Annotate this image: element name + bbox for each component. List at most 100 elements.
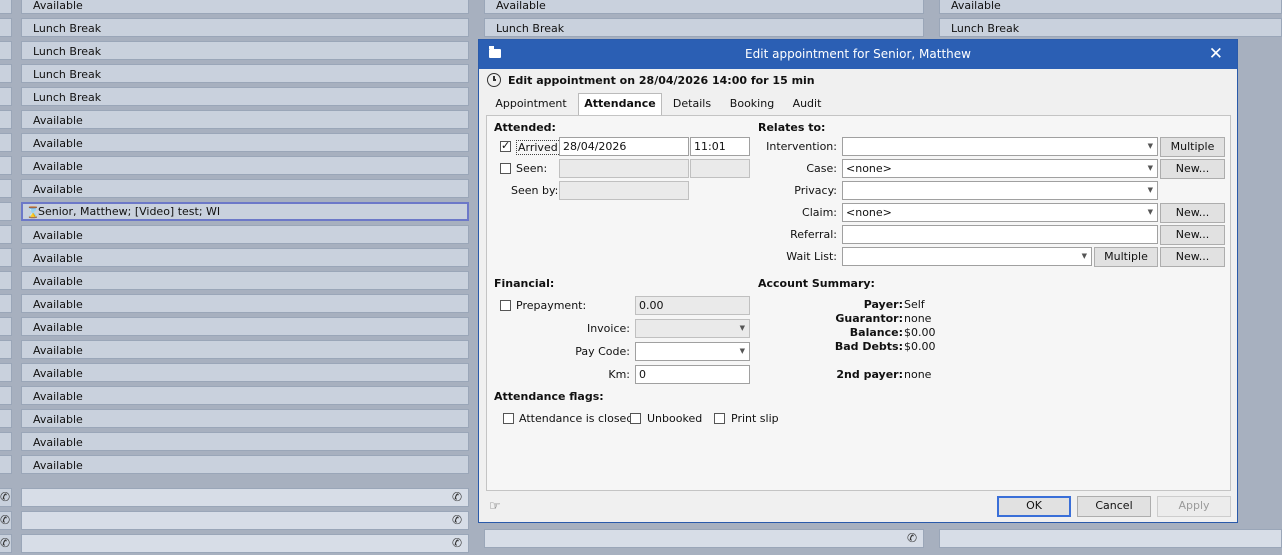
apply-button[interactable]: Apply xyxy=(1157,496,1231,517)
prepayment-checkbox[interactable] xyxy=(500,300,511,311)
seen-label: Seen: xyxy=(516,162,548,175)
schedule-slot[interactable]: Available xyxy=(21,386,469,405)
time-gutter-cell xyxy=(0,317,12,336)
schedule-slot[interactable] xyxy=(939,529,1282,548)
schedule-slot[interactable]: Available xyxy=(21,133,469,152)
tab-details[interactable]: Details xyxy=(667,94,717,114)
schedule-slot[interactable]: Available xyxy=(21,317,469,336)
schedule-slot[interactable]: Available xyxy=(21,363,469,382)
attendance-closed-checkbox[interactable] xyxy=(503,413,514,424)
ok-button[interactable]: OK xyxy=(997,496,1071,517)
phone-icon[interactable]: ✆ xyxy=(0,513,10,527)
unbooked-checkbox[interactable] xyxy=(630,413,641,424)
phone-icon[interactable]: ✆ xyxy=(452,536,462,550)
wait-list-new-button[interactable]: New... xyxy=(1160,247,1225,267)
schedule-slot[interactable]: Lunch Break xyxy=(21,18,469,37)
schedule-slot[interactable]: Available xyxy=(21,110,469,129)
schedule-slot[interactable] xyxy=(21,488,469,507)
prepayment-label: Prepayment: xyxy=(516,299,587,312)
attendance-flags-heading: Attendance flags: xyxy=(494,390,604,403)
arrived-time-field[interactable]: 11:01 xyxy=(690,137,750,156)
attendance-closed-label: Attendance is closed xyxy=(519,412,634,425)
seen-time-field[interactable] xyxy=(690,159,750,178)
schedule-slot[interactable] xyxy=(484,529,924,548)
time-gutter-cell xyxy=(0,409,12,428)
wait-list-label: Wait List: xyxy=(786,250,837,263)
schedule-slot[interactable]: Available xyxy=(21,455,469,474)
slot-label: Available xyxy=(33,229,83,242)
referral-new-button[interactable]: New... xyxy=(1160,225,1225,245)
wait-list-multiple-button[interactable]: Multiple xyxy=(1094,247,1158,267)
case-new-button[interactable]: New... xyxy=(1160,159,1225,179)
schedule-slot[interactable]: Available xyxy=(21,225,469,244)
claim-select[interactable]: <none> xyxy=(842,203,1158,222)
schedule-slot[interactable]: Available xyxy=(21,156,469,175)
schedule-slot[interactable]: Lunch Break xyxy=(21,41,469,60)
appointment-slot-label: Senior, Matthew; [Video] test; WI xyxy=(38,205,221,218)
phone-icon[interactable]: ✆ xyxy=(452,490,462,504)
seen-date-field[interactable] xyxy=(559,159,689,178)
time-gutter-cell xyxy=(0,225,12,244)
arrived-date-field[interactable]: 28/04/2026 xyxy=(559,137,689,156)
schedule-slot[interactable]: Available xyxy=(21,0,469,14)
tab-appointment[interactable]: Appointment xyxy=(491,94,571,114)
privacy-select[interactable] xyxy=(842,181,1158,200)
schedule-slot[interactable]: Available xyxy=(939,0,1282,14)
schedule-slot[interactable] xyxy=(21,511,469,530)
schedule-slot[interactable]: Available xyxy=(21,271,469,290)
claim-new-button[interactable]: New... xyxy=(1160,203,1225,223)
seen-by-field[interactable] xyxy=(559,181,689,200)
close-icon[interactable]: ✕ xyxy=(1209,44,1223,64)
tab-booking[interactable]: Booking xyxy=(727,94,777,114)
referral-field[interactable] xyxy=(842,225,1158,244)
arrived-checkbox[interactable] xyxy=(500,139,511,152)
payer-value: Self xyxy=(904,298,925,311)
second-payer-value: none xyxy=(904,368,932,381)
schedule-slot[interactable]: Available xyxy=(21,432,469,451)
print-slip-label: Print slip xyxy=(731,412,779,425)
account-summary-heading: Account Summary: xyxy=(758,277,875,290)
km-field[interactable]: 0 xyxy=(635,365,750,384)
intervention-label: Intervention: xyxy=(766,140,837,153)
phone-icon[interactable]: ✆ xyxy=(0,490,10,504)
time-gutter-cell xyxy=(0,248,12,267)
pay-code-label: Pay Code: xyxy=(575,345,630,358)
tab-audit[interactable]: Audit xyxy=(787,94,827,114)
phone-icon[interactable]: ✆ xyxy=(907,531,917,545)
intervention-select[interactable] xyxy=(842,137,1158,156)
schedule-slot[interactable]: Lunch Break xyxy=(939,18,1282,37)
print-slip-checkbox[interactable] xyxy=(714,413,725,424)
schedule-slot[interactable]: Lunch Break xyxy=(484,18,924,37)
schedule-slot[interactable]: Available xyxy=(21,179,469,198)
time-gutter-cell xyxy=(0,41,12,60)
schedule-slot[interactable]: Lunch Break xyxy=(21,64,469,83)
schedule-slot[interactable]: Available xyxy=(21,248,469,267)
slot-label: Available xyxy=(33,0,83,12)
schedule-slot[interactable]: Available xyxy=(21,294,469,313)
slot-label: Available xyxy=(33,137,83,150)
appointment-slot[interactable]: ⌛ Senior, Matthew; [Video] test; WI xyxy=(21,202,469,221)
prepayment-field[interactable]: 0.00 xyxy=(635,296,750,315)
schedule-slot[interactable]: Available xyxy=(21,340,469,359)
phone-icon[interactable]: ✆ xyxy=(452,513,462,527)
invoice-select[interactable] xyxy=(635,319,750,338)
time-gutter-cell xyxy=(0,271,12,290)
slot-label: Available xyxy=(33,367,83,380)
case-label: Case: xyxy=(806,162,837,175)
wait-list-select[interactable] xyxy=(842,247,1092,266)
phone-icon[interactable]: ✆ xyxy=(0,536,10,550)
cancel-button[interactable]: Cancel xyxy=(1077,496,1151,517)
case-select[interactable]: <none> xyxy=(842,159,1158,178)
schedule-slot[interactable]: Lunch Break xyxy=(21,87,469,106)
schedule-slot[interactable]: Available xyxy=(21,409,469,428)
time-gutter-cell xyxy=(0,133,12,152)
seen-checkbox[interactable] xyxy=(500,163,511,174)
hand-icon[interactable]: ☞ xyxy=(489,499,501,514)
pay-code-select[interactable] xyxy=(635,342,750,361)
slot-label: Available xyxy=(33,160,83,173)
intervention-multiple-button[interactable]: Multiple xyxy=(1160,137,1225,157)
schedule-slot[interactable]: Available xyxy=(484,0,924,14)
schedule-slot[interactable] xyxy=(21,534,469,553)
tab-attendance[interactable]: Attendance xyxy=(578,93,662,116)
attended-heading: Attended: xyxy=(494,121,556,134)
